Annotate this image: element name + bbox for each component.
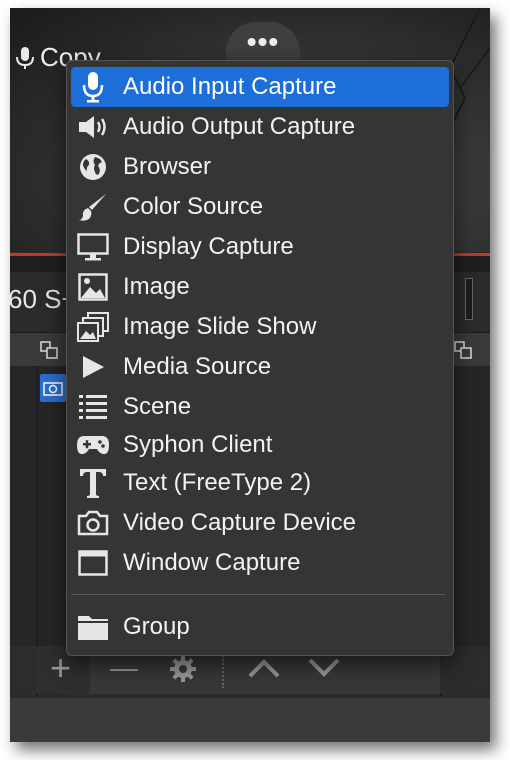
menu-item-audio-input-capture[interactable]: Audio Input Capture [71, 67, 449, 107]
menu-item-image[interactable]: Image [71, 267, 449, 307]
footer-bar [10, 698, 490, 742]
menu-item-group[interactable]: Group [71, 607, 449, 647]
float-dock-icon-right[interactable] [454, 341, 472, 359]
menu-item-video-capture-device[interactable]: Video Capture Device [71, 503, 449, 543]
monitor-icon [75, 230, 111, 264]
toolbar-divider [222, 656, 225, 688]
gamepad-icon [75, 428, 111, 462]
window-icon [75, 546, 111, 580]
microphone-icon [75, 70, 111, 104]
menu-item-scene[interactable]: Scene [71, 387, 449, 427]
play-icon [75, 350, 111, 384]
text-icon [75, 466, 111, 500]
image-stack-icon [75, 310, 111, 344]
list-icon [75, 390, 111, 424]
camera-small-icon [43, 382, 63, 396]
microphone-small-icon [16, 46, 34, 69]
move-up-icon[interactable] [246, 656, 282, 680]
menu-item-audio-output-capture[interactable]: Audio Output Capture [71, 107, 449, 147]
globe-icon [75, 150, 111, 184]
image-icon [75, 270, 111, 304]
menu-item-text-freetype[interactable]: Text (FreeType 2) [71, 463, 449, 503]
paintbrush-icon [75, 190, 111, 224]
menu-item-media-source[interactable]: Media Source [71, 347, 449, 387]
move-down-icon[interactable] [306, 656, 342, 680]
folder-icon [75, 610, 111, 644]
add-source-menu: Audio Input Capture Audio Output Capture… [66, 60, 454, 656]
menu-item-image-slide-show[interactable]: Image Slide Show [71, 307, 449, 347]
menu-separator [71, 594, 445, 595]
menu-item-window-capture[interactable]: Window Capture [71, 543, 449, 583]
menu-item-syphon-client[interactable]: Syphon Client [71, 425, 449, 465]
speaker-icon [75, 110, 111, 144]
float-dock-icon[interactable] [40, 341, 58, 359]
camera-icon [75, 506, 111, 540]
menu-item-display-capture[interactable]: Display Capture [71, 227, 449, 267]
gear-icon[interactable] [168, 654, 198, 684]
menu-item-color-source[interactable]: Color Source [71, 187, 449, 227]
menu-item-browser[interactable]: Browser [71, 147, 449, 187]
source-list-item[interactable] [40, 374, 66, 402]
audio-meter [465, 278, 473, 320]
